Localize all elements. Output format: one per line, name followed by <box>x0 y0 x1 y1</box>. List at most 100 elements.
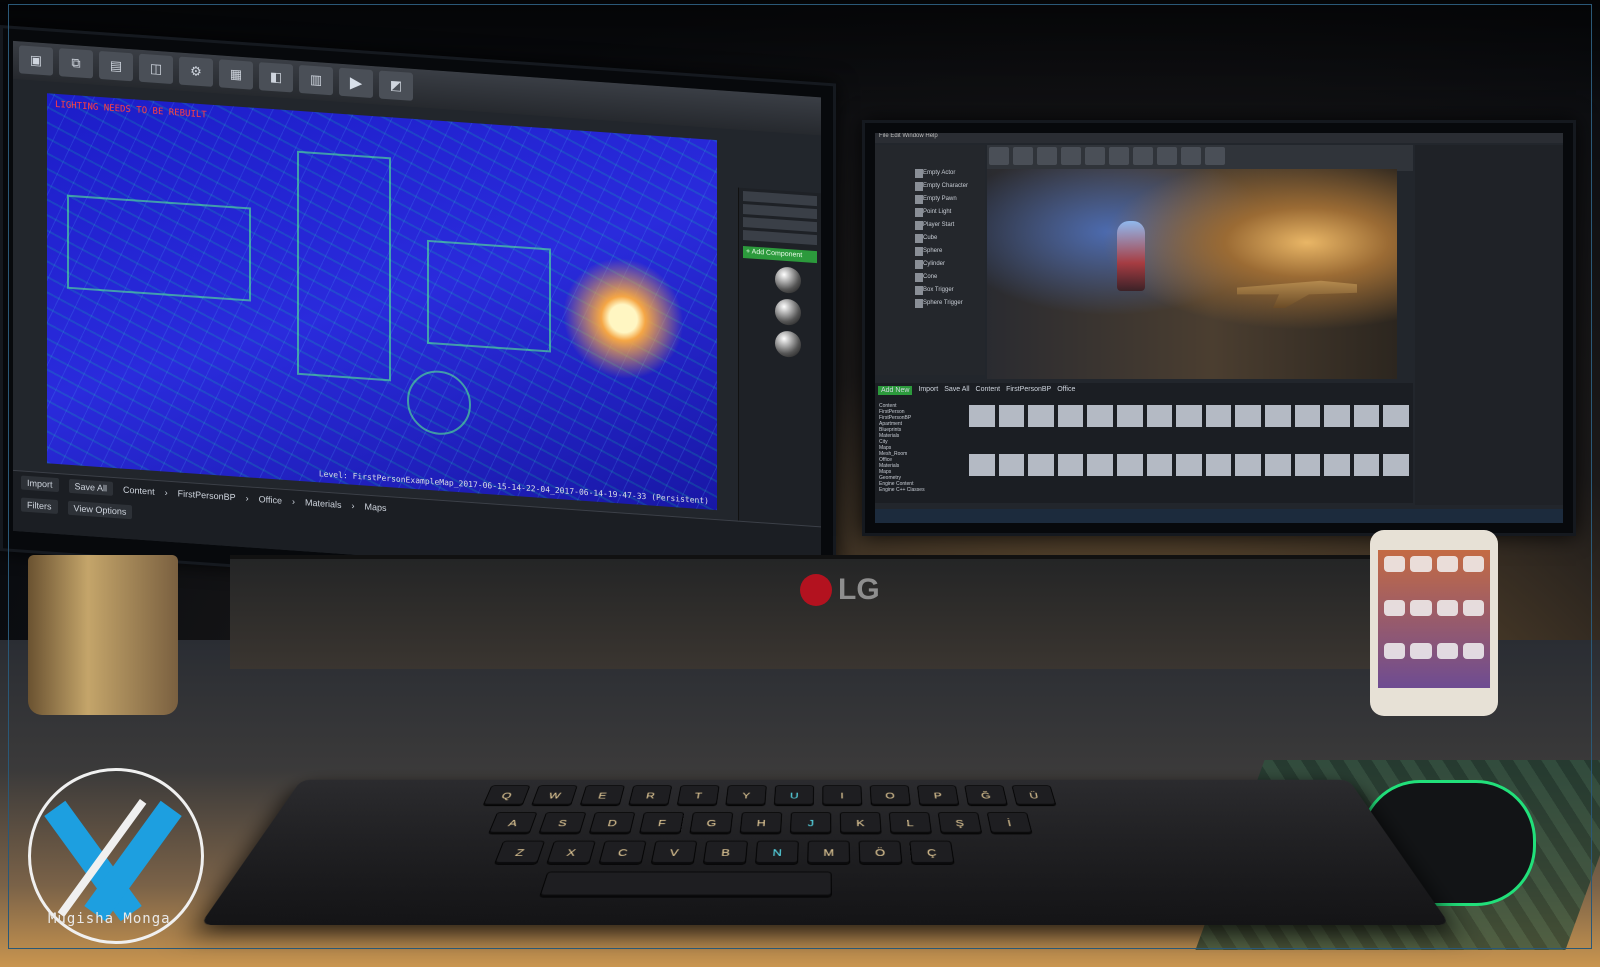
save-all-button[interactable]: Save All <box>68 478 114 496</box>
breadcrumb-item[interactable]: Maps <box>364 501 386 513</box>
launch-icon[interactable]: ◩ <box>379 70 413 101</box>
breadcrumb-item[interactable]: Office <box>259 494 282 506</box>
place-item[interactable]: Cube <box>875 232 985 245</box>
key: U <box>773 785 815 807</box>
coffee-mug <box>28 555 178 715</box>
menu-item[interactable]: Window <box>902 133 923 139</box>
content-icon[interactable]: ▤ <box>99 50 133 82</box>
add-component-button[interactable]: + Add Component <box>743 245 817 264</box>
source-control-icon[interactable] <box>1013 147 1033 165</box>
breadcrumb-separator: › <box>351 500 355 511</box>
breadcrumb-item[interactable]: Office <box>1057 386 1075 395</box>
lit-viewport[interactable] <box>987 169 1397 379</box>
asset-thumbnail[interactable] <box>1057 405 1084 427</box>
asset-thumbnail[interactable] <box>969 405 995 427</box>
wire-chair <box>407 368 471 437</box>
asset-thumbnail[interactable] <box>1383 454 1409 476</box>
place-item[interactable]: Cone <box>875 271 985 284</box>
asset-thumbnail[interactable] <box>969 454 995 476</box>
asset-thumbnail[interactable] <box>1176 405 1202 427</box>
blueprints-icon[interactable] <box>1109 147 1129 165</box>
asset-thumbnail[interactable] <box>1324 405 1350 427</box>
asset-thumbnail[interactable] <box>1028 454 1054 476</box>
asset-thumbnail[interactable] <box>1235 405 1261 427</box>
cinematics-icon[interactable] <box>1133 147 1153 165</box>
breadcrumb-item[interactable]: FirstPersonBP <box>178 488 236 502</box>
asset-thumbnail[interactable] <box>1235 454 1261 476</box>
asset-thumbnail[interactable] <box>1146 454 1173 476</box>
asset-thumbnail[interactable] <box>1057 454 1084 476</box>
asset-thumbnail[interactable] <box>1353 405 1380 427</box>
app-icon <box>1384 643 1406 660</box>
asset-thumbnail[interactable] <box>1205 454 1232 476</box>
windows-taskbar <box>875 509 1563 523</box>
add-new-button[interactable]: Add New <box>878 386 913 395</box>
place-item[interactable]: Sphere Trigger <box>875 297 985 310</box>
asset-thumbnail[interactable] <box>1265 454 1291 476</box>
asset-thumbnail[interactable] <box>1117 405 1143 427</box>
menu-item[interactable]: Edit <box>890 133 900 139</box>
asset-thumbnail[interactable] <box>1205 405 1232 427</box>
launch-icon[interactable] <box>1205 147 1225 165</box>
blueprints-icon[interactable]: ▦ <box>219 59 253 90</box>
asset-thumbnail[interactable] <box>1176 454 1202 476</box>
asset-thumbnail[interactable] <box>1383 405 1409 427</box>
place-item[interactable]: Cylinder <box>875 258 985 271</box>
breadcrumb-item[interactable]: FirstPersonBP <box>1006 386 1051 395</box>
asset-thumbnail[interactable] <box>1117 454 1143 476</box>
source-control-icon[interactable]: ⧉ <box>59 48 93 79</box>
import-button[interactable]: Import <box>21 475 59 493</box>
watermark-text: Mugisha Monga <box>48 911 171 927</box>
folder-item[interactable]: Engine C++ Classes <box>879 487 965 493</box>
save-all-button[interactable]: Save All <box>944 386 969 395</box>
asset-thumbnail[interactable] <box>1146 405 1173 427</box>
save-icon[interactable] <box>989 147 1009 165</box>
play-icon[interactable]: ▶ <box>339 67 373 99</box>
save-tool-icon[interactable]: ▣ <box>19 45 53 76</box>
import-button[interactable]: Import <box>918 386 938 395</box>
asset-thumbnail[interactable] <box>998 405 1025 427</box>
breadcrumb-item[interactable]: Content <box>123 485 155 497</box>
play-icon[interactable] <box>1181 147 1201 165</box>
settings-icon[interactable] <box>1085 147 1105 165</box>
place-item[interactable]: Empty Character <box>875 180 985 193</box>
key: R <box>628 785 673 807</box>
rifle-prop <box>1237 280 1357 308</box>
asset-thumbnail[interactable] <box>1324 454 1350 476</box>
wire-monitor <box>427 239 551 353</box>
menu-item[interactable]: File <box>879 133 889 139</box>
asset-thumbnail[interactable] <box>1294 405 1321 427</box>
outliner-panel: + Add Component <box>738 187 821 568</box>
asset-thumbnail[interactable] <box>998 454 1025 476</box>
place-item[interactable]: Empty Actor <box>875 167 985 180</box>
app-icon <box>1436 643 1458 660</box>
cinematics-icon[interactable]: ◧ <box>259 62 293 93</box>
wireframe-viewport[interactable]: LIGHTING NEEDS TO BE REBUILT Level: Firs… <box>47 93 717 562</box>
filters-button[interactable]: Filters <box>21 497 58 515</box>
content-icon[interactable] <box>1037 147 1057 165</box>
view-options-button[interactable]: View Options <box>67 500 133 520</box>
asset-thumbnail[interactable] <box>1294 454 1321 476</box>
content-browser: Add New Import Save All Content FirstPer… <box>875 383 1413 503</box>
place-item[interactable]: Empty Pawn <box>875 193 985 206</box>
asset-thumbnail[interactable] <box>1265 405 1291 427</box>
breadcrumb-item[interactable]: Content <box>976 386 1001 395</box>
asset-thumbnail[interactable] <box>1087 454 1113 476</box>
asset-thumbnail[interactable] <box>1353 454 1380 476</box>
build-icon[interactable]: ▥ <box>299 64 333 96</box>
place-item[interactable]: Player Start <box>875 219 985 232</box>
place-item[interactable]: Box Trigger <box>875 284 985 297</box>
build-icon[interactable] <box>1157 147 1177 165</box>
wire-shelf <box>297 150 391 382</box>
marketplace-icon[interactable] <box>1061 147 1081 165</box>
breadcrumb-item[interactable]: Materials <box>305 497 342 510</box>
outliner-row[interactable] <box>743 229 817 246</box>
marketplace-icon[interactable]: ◫ <box>139 53 173 85</box>
settings-icon[interactable]: ⚙ <box>179 56 213 87</box>
app-icon <box>1384 556 1406 572</box>
asset-thumbnail[interactable] <box>1028 405 1054 427</box>
place-item[interactable]: Point Light <box>875 206 985 219</box>
menu-item[interactable]: Help <box>925 133 937 139</box>
place-item[interactable]: Sphere <box>875 245 985 258</box>
asset-thumbnail[interactable] <box>1087 405 1113 427</box>
